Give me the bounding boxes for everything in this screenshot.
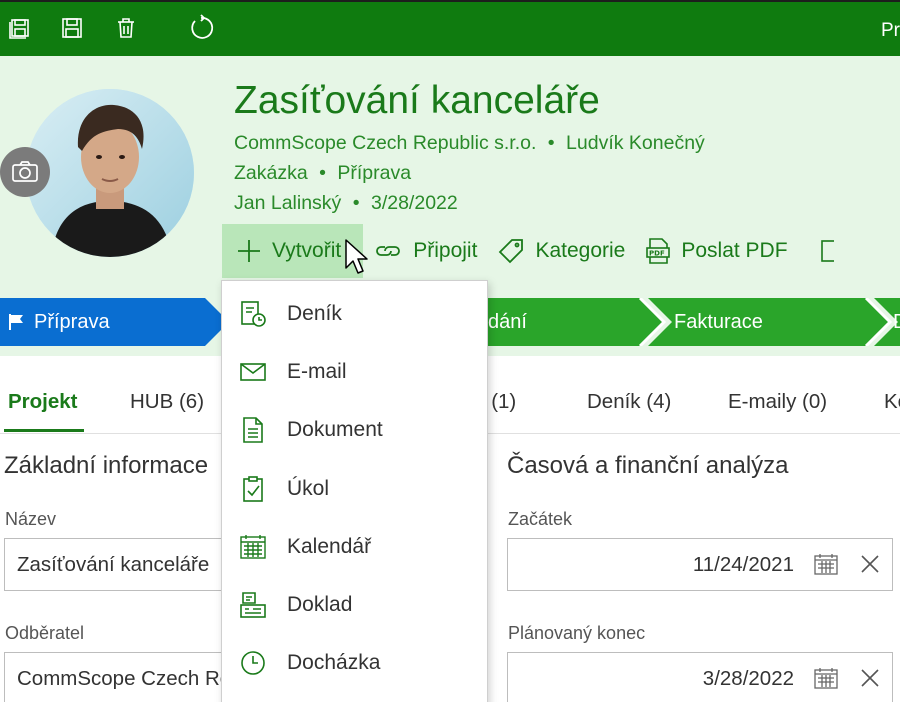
customer-label: Odběratel (5, 623, 85, 643)
send-pdf-label: Poslat PDF (681, 239, 788, 262)
menu-item-label: Docházka (287, 651, 381, 674)
stage-preparation[interactable]: Příprava (8, 298, 110, 346)
menu-item-label: Doklad (287, 593, 353, 616)
menu-item-email[interactable]: E-mail (222, 346, 488, 398)
stage-last[interactable]: D (893, 298, 900, 346)
name-label: Název (5, 509, 57, 529)
company-link[interactable]: CommScope Czech Republic s.r.o. (234, 132, 536, 154)
save-all-icon[interactable] (6, 14, 34, 42)
top-toolbar: Pr (0, 0, 900, 56)
action-bar: Vytvořit Připojit Kategorie PDF Poslat P… (222, 224, 844, 278)
menu-item-label: Deník (287, 302, 342, 325)
menu-item-document[interactable]: Dokument (222, 404, 488, 456)
page-title: Zasíťování kanceláře (234, 79, 600, 122)
flag-icon (9, 314, 23, 330)
menu-item-diary[interactable]: Deník (222, 288, 488, 340)
mail-icon (238, 357, 268, 387)
camera-icon (12, 161, 38, 182)
stage-label: Fakturace (674, 310, 763, 333)
project-type-line: Zakázka • Příprava (234, 162, 411, 185)
pdf-icon: PDF (646, 238, 671, 264)
change-photo-button[interactable] (0, 147, 50, 197)
link-icon (376, 246, 401, 256)
refresh-icon[interactable] (187, 14, 215, 42)
tab-more[interactable]: Ko (884, 390, 900, 414)
menu-item-label: Dokument (287, 418, 383, 441)
delete-icon[interactable] (112, 14, 140, 42)
receipt-icon (238, 590, 268, 620)
tag-icon (499, 239, 524, 264)
menu-item-task[interactable]: Úkol (222, 463, 488, 515)
more-action-icon[interactable] (798, 224, 844, 278)
project-company-line: CommScope Czech Republic s.r.o. • Ludvík… (234, 132, 705, 155)
toolbar-title: Pr (881, 20, 900, 41)
stage-label: D (893, 311, 900, 334)
separator: • (319, 162, 326, 184)
calendar-icon[interactable] (813, 551, 839, 577)
start-label: Začátek (508, 509, 573, 529)
separator: • (547, 132, 555, 154)
start-date-value: 11/24/2021 (692, 552, 794, 576)
create-button[interactable]: Vytvořit (222, 224, 364, 278)
category-label: Kategorie (535, 239, 626, 262)
planned-end-label: Plánovaný konec (508, 623, 646, 643)
menu-item-calendar[interactable]: Kalendář (222, 521, 488, 573)
project-owner-line: Jan Lalinský • 3/28/2022 (234, 192, 458, 215)
menu-item-receipt[interactable]: Doklad (222, 579, 488, 631)
calendar-icon (238, 532, 268, 562)
project-type: Zakázka (234, 162, 308, 184)
create-menu: Deník E-mail Dokument Úkol Kalendář Dokl… (221, 280, 488, 702)
clear-start-icon[interactable] (857, 551, 883, 577)
category-button[interactable]: Kategorie (487, 224, 635, 278)
create-label: Vytvořit (272, 239, 342, 262)
stage-invoicing[interactable]: Fakturace (674, 298, 763, 346)
menu-item-label: E-mail (287, 360, 347, 383)
menu-item-label: Úkol (287, 477, 330, 500)
tab-hub[interactable]: HUB (6) (130, 390, 204, 414)
contact-link[interactable]: Ludvík Konečný (566, 132, 705, 154)
avatar (26, 89, 194, 257)
section-basic-info: Základní informace (4, 452, 209, 479)
clear-end-icon[interactable] (857, 665, 883, 691)
svg-text:PDF: PDF (649, 250, 665, 258)
stage-label: Příprava (34, 310, 110, 333)
send-pdf-button[interactable]: PDF Poslat PDF (635, 224, 797, 278)
save-icon[interactable] (58, 14, 86, 42)
attach-label: Připojit (413, 239, 478, 262)
owner-link[interactable]: Jan Lalinský (234, 192, 341, 214)
document-icon (238, 415, 268, 445)
diary-icon (238, 299, 268, 329)
tab-diary[interactable]: Deník (4) (587, 390, 671, 414)
project-status: Příprava (337, 162, 412, 184)
stage-handover[interactable]: dání (488, 298, 527, 346)
calendar-icon[interactable] (813, 665, 839, 691)
separator: • (352, 192, 360, 214)
menu-item-label: Kalendář (287, 535, 372, 558)
attach-button[interactable]: Připojit (363, 224, 487, 278)
plus-icon (238, 240, 260, 262)
planned-end-value: 3/28/2022 (702, 666, 794, 690)
active-tab-indicator (4, 429, 84, 432)
project-date: 3/28/2022 (370, 192, 458, 214)
section-time-finance: Časová a finanční analýza (507, 452, 789, 479)
task-icon (238, 474, 268, 504)
tab-emails[interactable]: E-maily (0) (728, 390, 827, 414)
stage-label: dání (488, 310, 527, 333)
menu-item-attendance[interactable]: Docházka (222, 637, 488, 689)
tab-project[interactable]: Projekt (8, 390, 78, 414)
clock-icon (238, 648, 268, 678)
